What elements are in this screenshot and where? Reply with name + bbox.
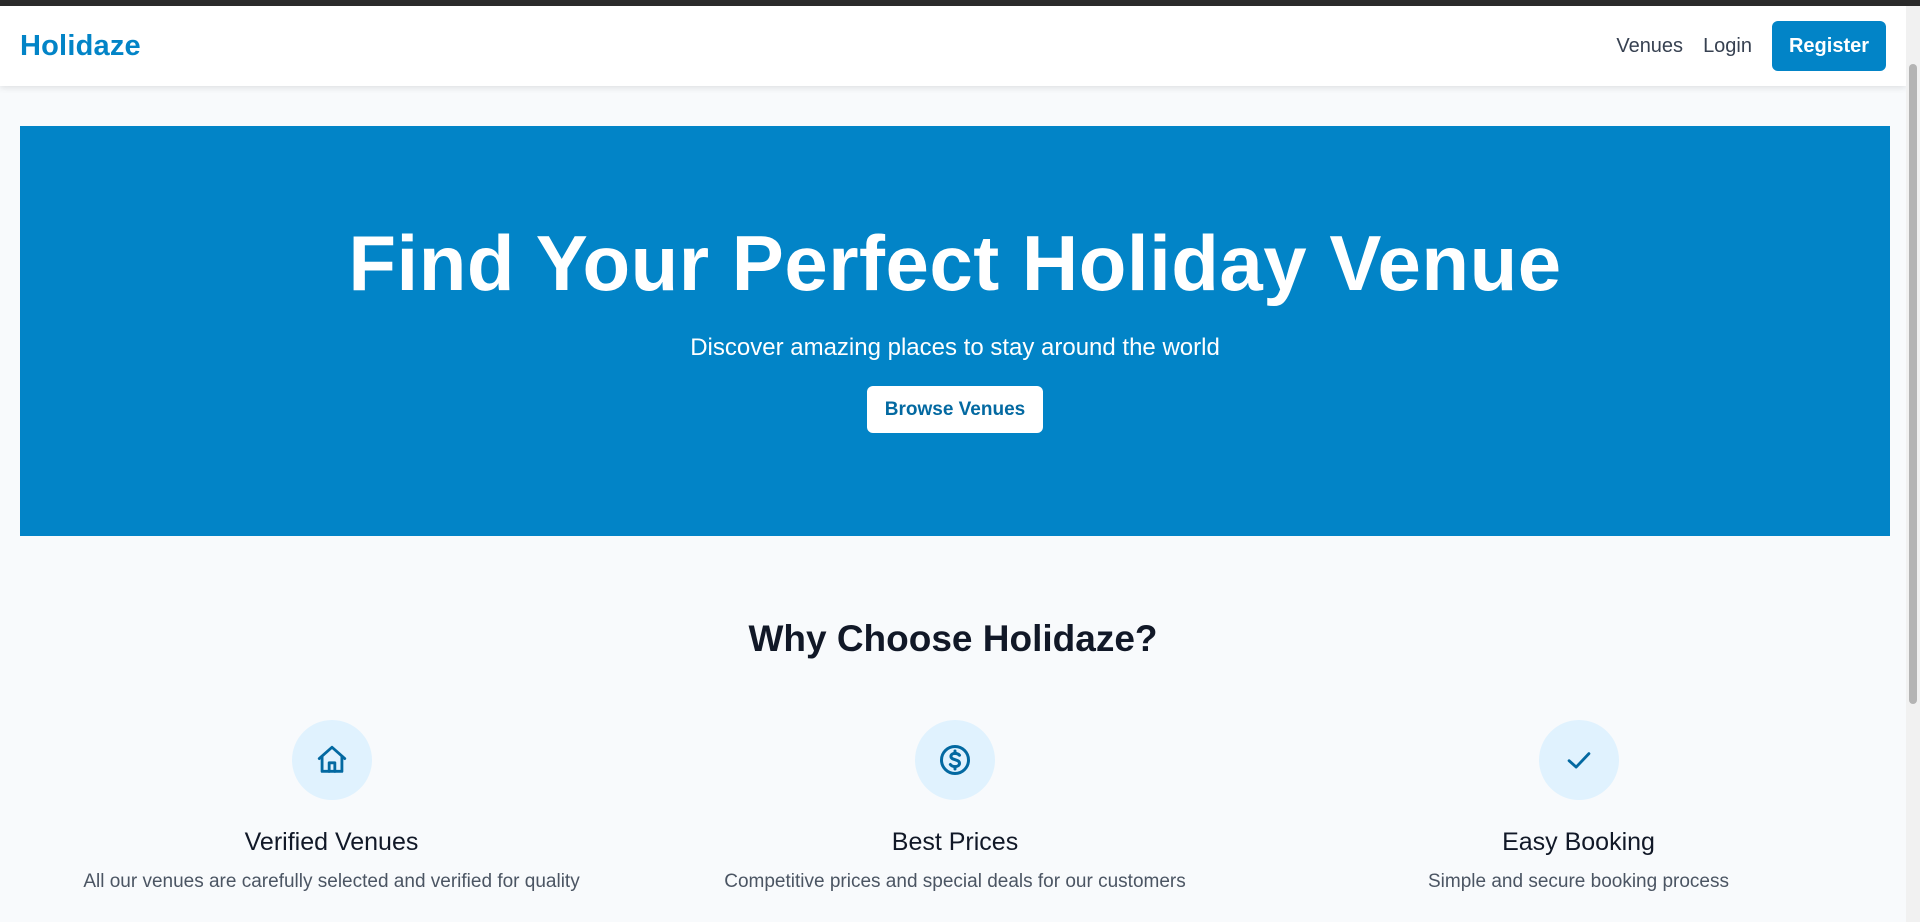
home-icon [291, 720, 372, 800]
scrollbar[interactable] [1906, 6, 1920, 922]
feature-title: Best Prices [891, 828, 1019, 856]
hero-subtitle: Discover amazing places to stay around t… [690, 334, 1220, 361]
nav-links: Venues Login Register [1616, 21, 1886, 71]
feature-description: Competitive prices and special deals for… [724, 871, 1186, 892]
feature-card: Best Prices Competitive prices and speci… [644, 720, 1267, 893]
register-button[interactable]: Register [1772, 21, 1886, 71]
nav-login-link[interactable]: Login [1703, 35, 1752, 58]
scrollbar-thumb[interactable] [1909, 64, 1917, 704]
nav-venues-link[interactable]: Venues [1616, 35, 1683, 58]
check-icon [1538, 720, 1619, 800]
features-list: Verified Venues All our venues are caref… [20, 720, 1890, 893]
feature-description: Simple and secure booking process [1427, 871, 1729, 892]
feature-card: Easy Booking Simple and secure booking p… [1267, 720, 1890, 893]
browse-venues-button[interactable]: Browse Venues [867, 386, 1043, 433]
navbar: Holidaze Venues Login Register [0, 6, 1906, 86]
feature-card: Verified Venues All our venues are caref… [20, 720, 643, 893]
dollar-icon [915, 720, 995, 800]
hero-title: Find Your Perfect Holiday Venue [348, 219, 1562, 307]
feature-title: Easy Booking [1502, 828, 1655, 856]
feature-title: Verified Venues [244, 828, 419, 856]
hero-banner: Find Your Perfect Holiday Venue Discover… [20, 126, 1890, 536]
feature-description: All our venues are carefully selected an… [83, 871, 580, 892]
why-section-title: Why Choose Holidaze? [748, 618, 1158, 659]
brand-logo[interactable]: Holidaze [20, 30, 141, 63]
